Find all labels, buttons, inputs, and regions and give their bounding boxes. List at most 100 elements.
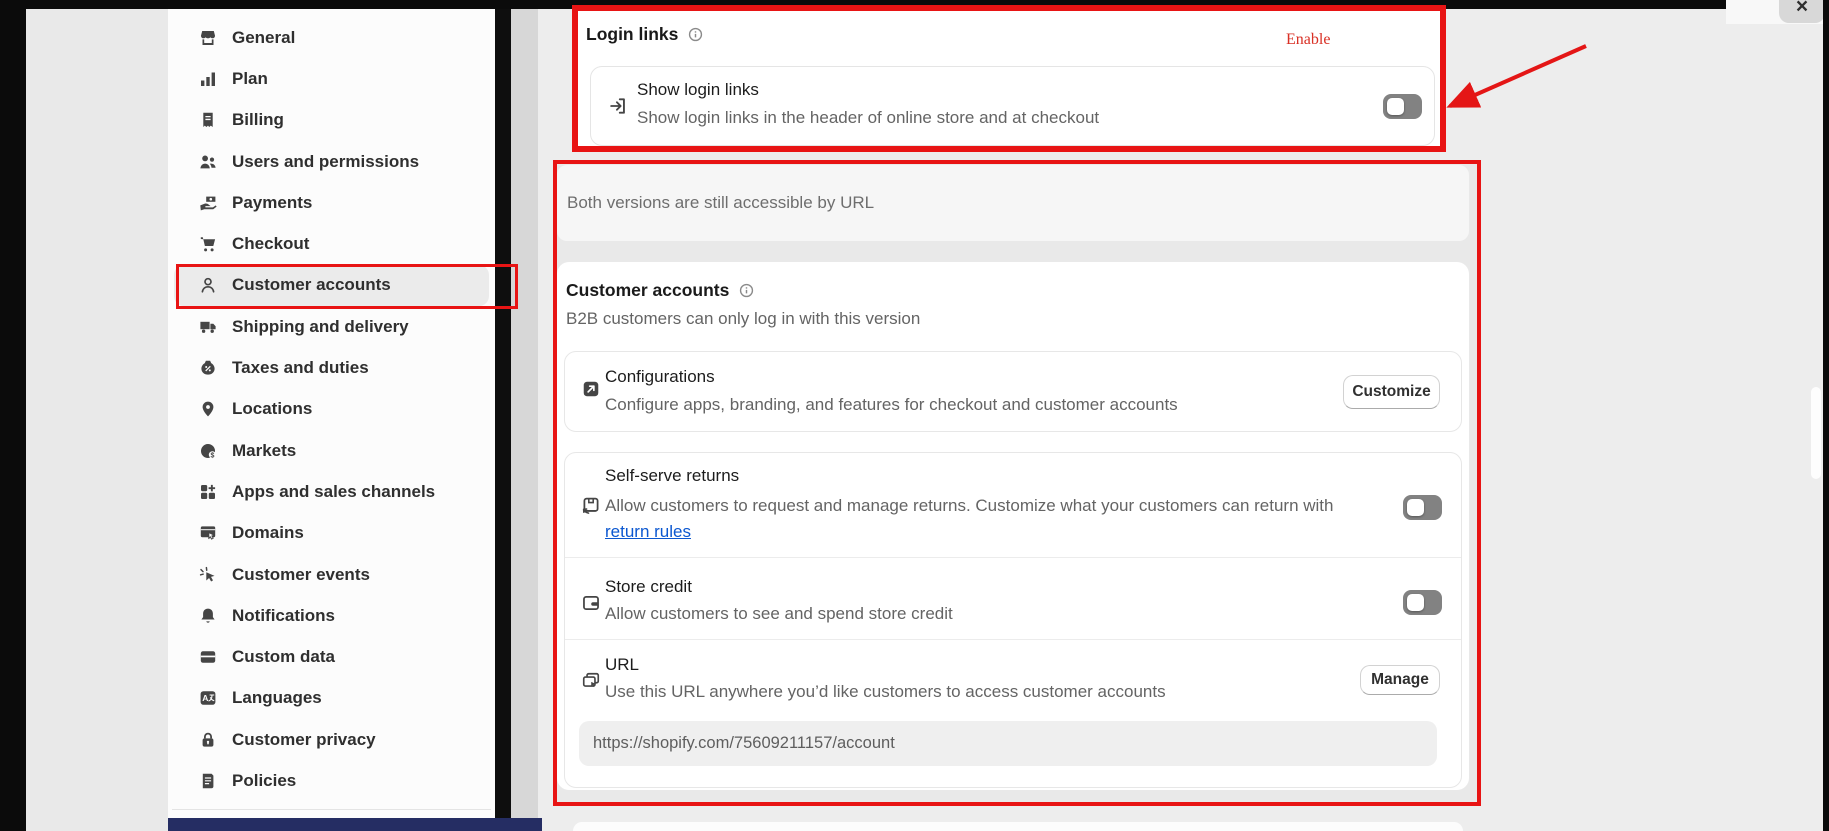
show-login-links-description: Show login links in the header of online… xyxy=(637,108,1099,128)
customer-events-icon xyxy=(198,565,218,585)
taxes-icon xyxy=(198,358,218,378)
page-margin xyxy=(26,9,168,831)
locations-icon xyxy=(198,399,218,419)
sidebar-item-label: Payments xyxy=(232,193,312,213)
info-icon[interactable] xyxy=(687,26,704,43)
customize-button[interactable]: Customize xyxy=(1343,375,1440,409)
sidebar-item-general[interactable]: General xyxy=(174,17,489,58)
sidebar-item-apps-and-sales-channels[interactable]: Apps and sales channels xyxy=(174,471,489,512)
annotation-box-login-links: Login links Enable Show login links Show… xyxy=(572,5,1446,152)
sidebar-item-plan[interactable]: Plan xyxy=(174,58,489,99)
shipping-icon xyxy=(198,317,218,337)
sidebar-item-customer-privacy[interactable]: Customer privacy xyxy=(174,719,489,760)
window-frame-left xyxy=(0,0,26,831)
row-divider xyxy=(565,639,1461,640)
enable-annotation: Enable xyxy=(1286,31,1330,49)
show-login-links-title: Show login links xyxy=(637,80,759,100)
sidebar-item-label: Customer accounts xyxy=(232,275,391,295)
sidebar-item-label: General xyxy=(232,28,295,48)
policies-icon xyxy=(198,771,218,791)
customer-accounts-title: Customer accounts xyxy=(566,280,729,301)
manage-button[interactable]: Manage xyxy=(1360,665,1440,695)
customer-accounts-icon xyxy=(198,275,218,295)
sidebar-item-shipping-and-delivery[interactable]: Shipping and delivery xyxy=(174,306,489,347)
sidebar-item-label: Checkout xyxy=(232,234,309,254)
configurations-icon xyxy=(580,378,602,400)
window-seam-shadow xyxy=(511,9,538,818)
domains-icon xyxy=(198,523,218,543)
custom-data-icon xyxy=(198,647,218,667)
show-login-links-toggle[interactable] xyxy=(1383,94,1422,119)
sidebar-item-label: Customer events xyxy=(232,565,370,585)
shopify-settings-window: General Plan Billing Users and permissio… xyxy=(0,0,1829,831)
sidebar-item-label: Policies xyxy=(232,771,296,791)
sidebar-item-label: Taxes and duties xyxy=(232,358,369,378)
account-url-field[interactable]: https://shopify.com/75609211157/account xyxy=(579,721,1437,766)
languages-icon: A xyxy=(198,688,218,708)
sidebar-item-label: Markets xyxy=(232,441,296,461)
markets-icon: $ xyxy=(198,441,218,461)
return-rules-link[interactable]: return rules xyxy=(605,522,691,541)
background-window-strip xyxy=(168,818,542,831)
self-serve-returns-toggle[interactable] xyxy=(1403,495,1442,520)
window-frame-right xyxy=(1823,0,1829,831)
users-icon xyxy=(198,152,218,172)
self-serve-returns-title: Self-serve returns xyxy=(605,466,739,486)
store-credit-description: Allow customers to see and spend store c… xyxy=(605,604,953,624)
sidebar-item-billing[interactable]: Billing xyxy=(174,100,489,141)
sidebar-item-customer-events[interactable]: Customer events xyxy=(174,554,489,595)
show-login-links-card: Show login links Show login links in the… xyxy=(590,66,1435,146)
sidebar-item-label: Plan xyxy=(232,69,268,89)
sidebar-item-domains[interactable]: Domains xyxy=(174,513,489,554)
sidebar-item-notifications[interactable]: Notifications xyxy=(174,595,489,636)
self-serve-returns-description: Allow customers to request and manage re… xyxy=(605,493,1353,545)
sidebar-item-customer-accounts[interactable]: Customer accounts xyxy=(174,265,489,306)
url-copy-icon xyxy=(580,670,602,692)
payments-icon xyxy=(198,193,218,213)
close-button[interactable]: × xyxy=(1779,0,1825,23)
sidebar-item-label: Apps and sales channels xyxy=(232,482,435,502)
next-section-card-partial xyxy=(573,822,1463,831)
sidebar-divider xyxy=(172,809,491,810)
row-divider xyxy=(565,557,1461,558)
login-links-title: Login links xyxy=(586,24,678,45)
sidebar-item-users-and-permissions[interactable]: Users and permissions xyxy=(174,141,489,182)
billing-icon xyxy=(198,110,218,130)
url-title: URL xyxy=(605,655,639,675)
window-seam xyxy=(495,9,511,818)
account-features-card: Self-serve returns Allow customers to re… xyxy=(564,452,1462,788)
login-arrow-icon xyxy=(607,95,629,117)
sidebar-item-label: Notifications xyxy=(232,606,335,626)
apps-icon xyxy=(198,482,218,502)
svg-text:A: A xyxy=(202,693,208,703)
sidebar-item-checkout[interactable]: Checkout xyxy=(174,223,489,264)
info-icon[interactable] xyxy=(738,282,755,299)
sidebar-item-label: Custom data xyxy=(232,647,335,667)
sidebar-item-label: Domains xyxy=(232,523,304,543)
scrollbar-thumb[interactable] xyxy=(1811,387,1821,479)
wallet-icon xyxy=(580,592,602,614)
configurations-description: Configure apps, branding, and features f… xyxy=(605,395,1178,415)
svg-text:$: $ xyxy=(210,452,214,459)
customer-accounts-subtitle: B2B customers can only log in with this … xyxy=(566,309,920,329)
sidebar-item-custom-data[interactable]: Custom data xyxy=(174,636,489,677)
sidebar-item-payments[interactable]: Payments xyxy=(174,182,489,223)
accessibility-banner: Both versions are still accessible by UR… xyxy=(557,165,1469,241)
sidebar-item-markets[interactable]: $ Markets xyxy=(174,430,489,471)
sidebar-item-taxes-and-duties[interactable]: Taxes and duties xyxy=(174,347,489,388)
close-icon: × xyxy=(1796,0,1808,17)
sidebar-item-locations[interactable]: Locations xyxy=(174,389,489,430)
store-credit-toggle[interactable] xyxy=(1403,590,1442,615)
sidebar-item-label: Shipping and delivery xyxy=(232,317,409,337)
settings-sidebar: General Plan Billing Users and permissio… xyxy=(168,9,495,818)
sidebar-item-label: Customer privacy xyxy=(232,730,376,750)
sidebar-item-label: Languages xyxy=(232,688,322,708)
configurations-title: Configurations xyxy=(605,367,715,387)
checkout-icon xyxy=(198,234,218,254)
store-icon xyxy=(198,28,218,48)
returns-package-icon xyxy=(580,494,602,516)
sidebar-item-languages[interactable]: A Languages xyxy=(174,678,489,719)
annotation-box-customer-accounts: Both versions are still accessible by UR… xyxy=(553,160,1481,806)
sidebar-item-policies[interactable]: Policies xyxy=(174,760,489,801)
privacy-icon xyxy=(198,730,218,750)
